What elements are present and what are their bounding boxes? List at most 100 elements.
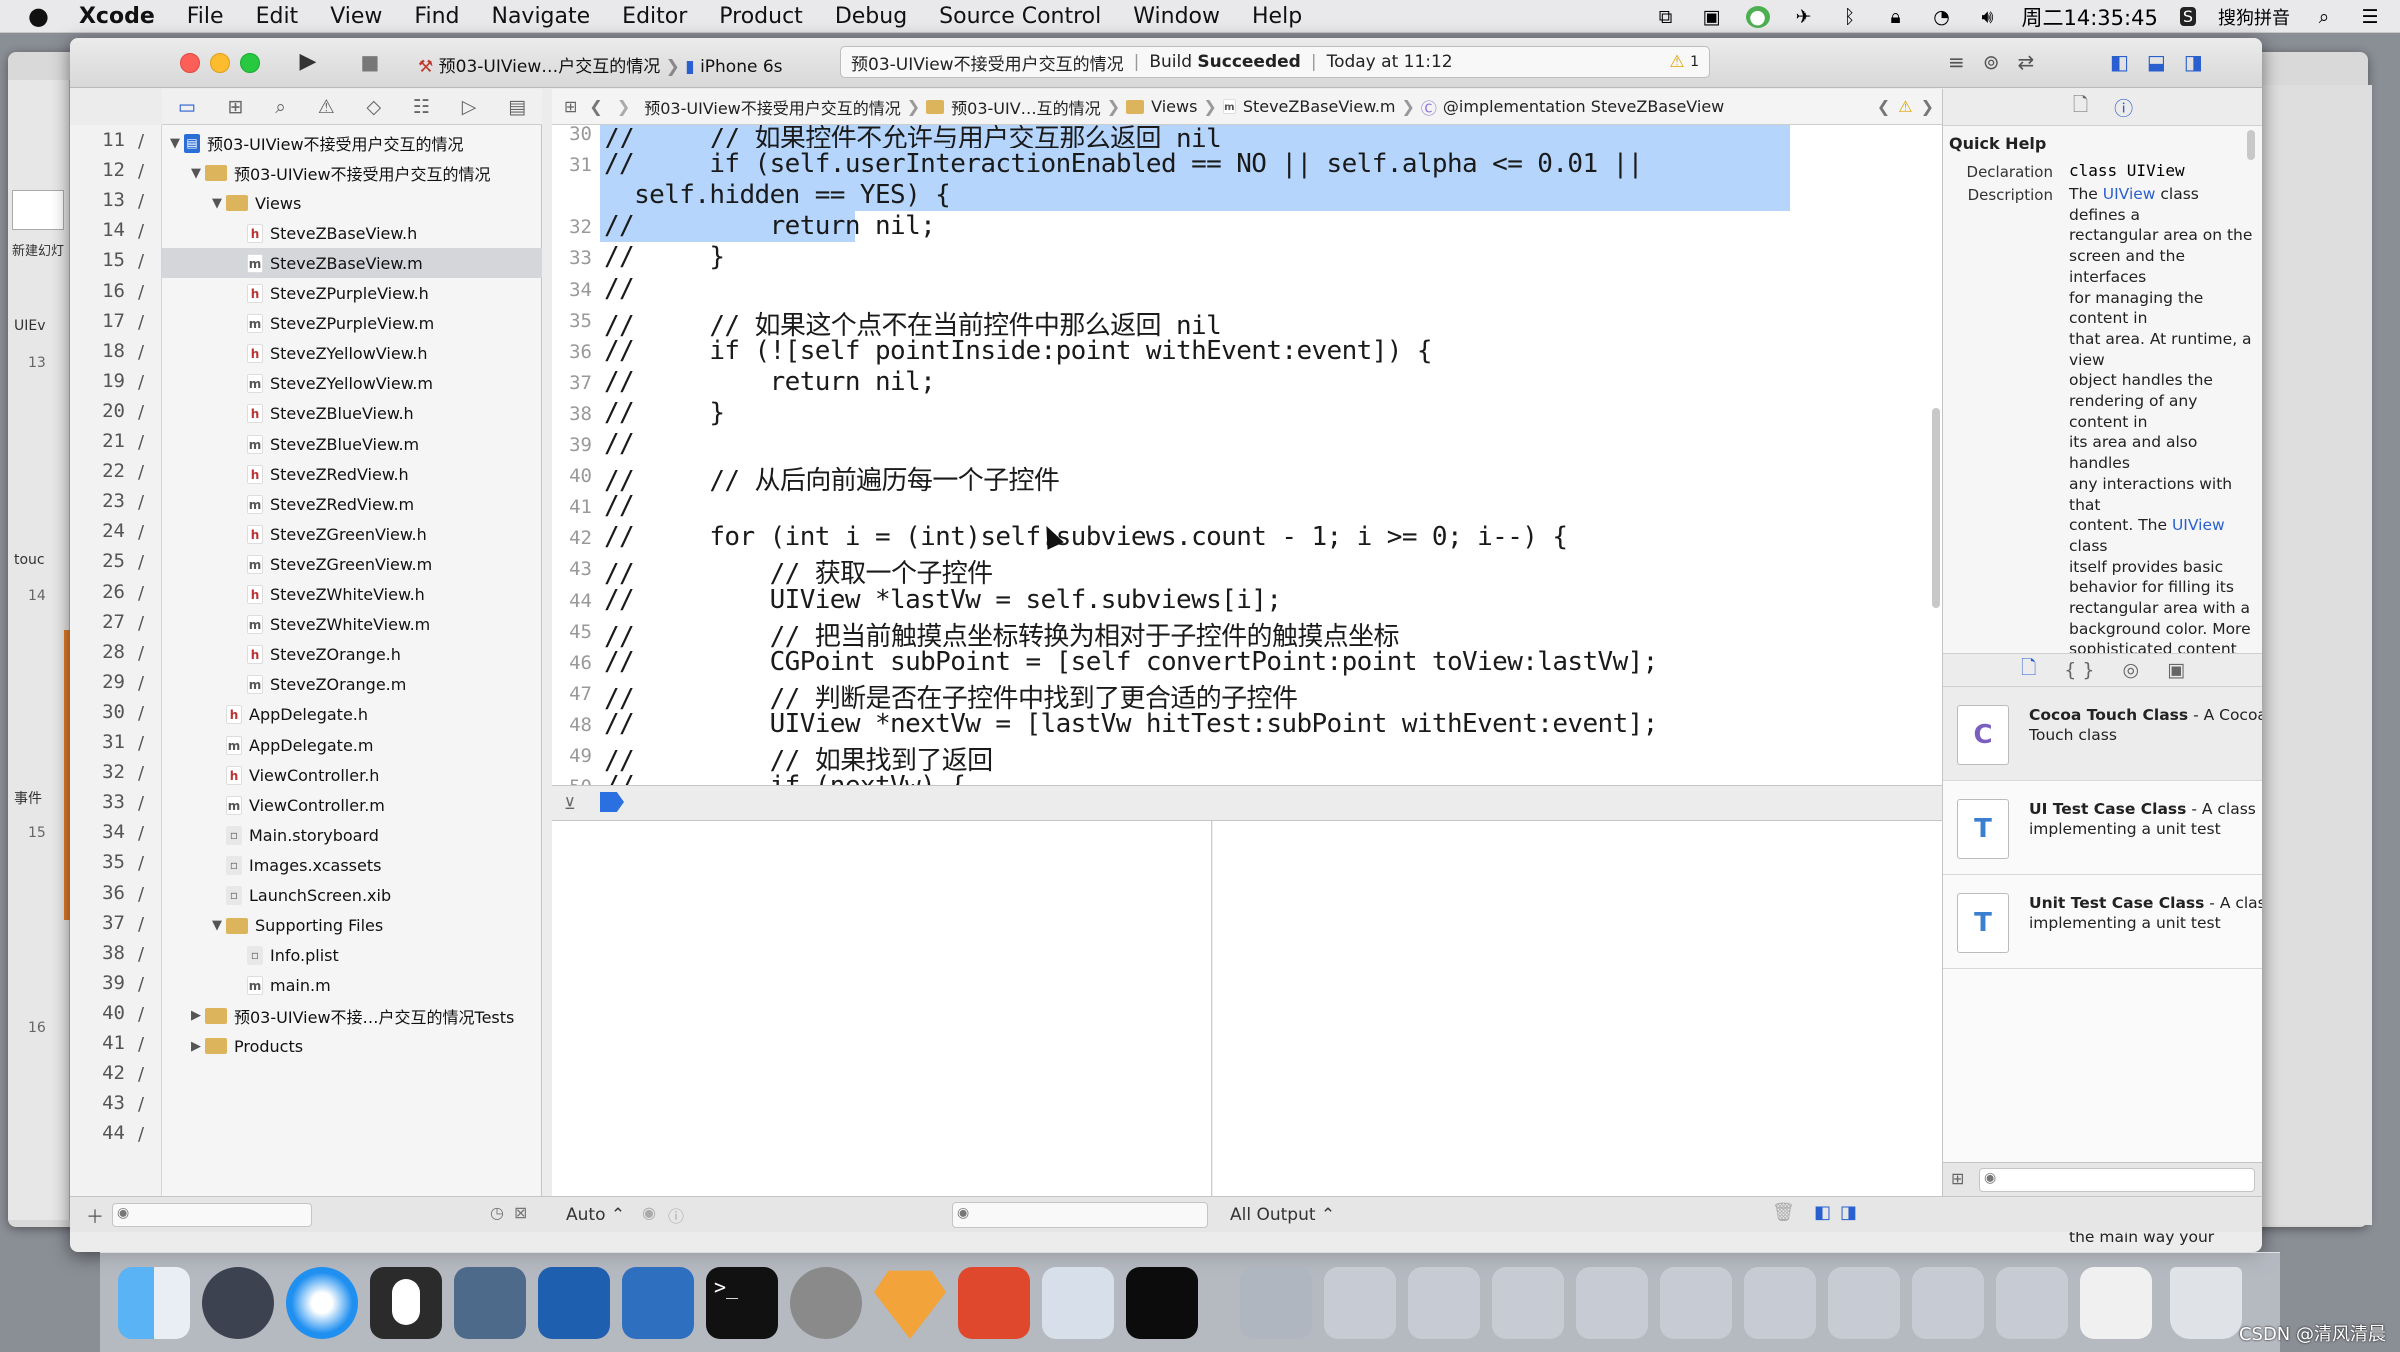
system-preferences-icon[interactable] xyxy=(790,1267,862,1339)
exec-icon[interactable] xyxy=(1126,1267,1198,1339)
menu-navigate[interactable]: Navigate xyxy=(491,4,590,29)
new-slide-icon[interactable] xyxy=(12,190,64,230)
navigator-item[interactable]: m SteveZGreenView.m xyxy=(162,549,542,579)
related-items-icon[interactable]: ⊞ xyxy=(564,97,577,116)
menu-clock[interactable]: 周二14:35:45 xyxy=(2022,2,2158,32)
code-line[interactable]: // // 从后向前遍历每一个子控件 xyxy=(604,460,1060,497)
stop-button[interactable]: ■ xyxy=(352,47,388,77)
disclosure-right-icon[interactable]: ▶ xyxy=(191,1008,205,1023)
minimized-window-icon[interactable] xyxy=(1660,1267,1732,1339)
volume-icon[interactable]: 🔊︎ xyxy=(1976,6,2000,28)
assistant-editor-icon[interactable]: ⊚ xyxy=(1983,50,2000,74)
minimized-window-icon[interactable] xyxy=(1828,1267,1900,1339)
split-left-icon[interactable]: ◧ xyxy=(1814,1202,1831,1223)
menu-editor[interactable]: Editor xyxy=(622,4,687,29)
navigator-item[interactable]: ▼ 预03-UIView不接受用户交互的情况 xyxy=(162,158,542,188)
code-line[interactable]: // } xyxy=(604,398,725,428)
debug-navigator-icon[interactable]: ☷ xyxy=(413,96,430,118)
menu-edit[interactable]: Edit xyxy=(256,4,299,29)
media-library-icon[interactable]: ▣ xyxy=(2167,659,2185,681)
grid-view-icon[interactable]: ⊞ xyxy=(1951,1169,1964,1188)
trash-icon[interactable] xyxy=(2170,1267,2242,1339)
navigator-item[interactable]: m SteveZYellowView.m xyxy=(162,369,542,399)
add-file-icon[interactable]: ＋ xyxy=(86,1203,104,1229)
jumpbar-symbol[interactable]: @implementation SteveZBaseView xyxy=(1443,97,1724,116)
symbol-link[interactable]: UIView xyxy=(2172,516,2225,534)
navigator-item[interactable]: ▫ Main.storyboard xyxy=(162,820,542,850)
minimize-window-button[interactable] xyxy=(210,53,230,73)
version-editor-icon[interactable]: ⇄ xyxy=(2018,50,2035,74)
trash-icon[interactable]: 🗑︎ xyxy=(1772,1202,1795,1223)
navigator-item[interactable]: m SteveZOrange.m xyxy=(162,670,542,700)
split-right-icon[interactable]: ◨ xyxy=(1840,1202,1857,1223)
notification-center-icon[interactable]: ☰ xyxy=(2358,6,2382,28)
navigator-item[interactable]: h SteveZBlueView.h xyxy=(162,399,542,429)
quick-help-icon[interactable]: ⓘ xyxy=(2114,94,2133,121)
back-arrow-icon[interactable]: ❮ xyxy=(589,97,602,116)
warning-icon[interactable]: ⚠ xyxy=(1669,52,1684,72)
jumpbar-file[interactable]: SteveZBaseView.m xyxy=(1243,97,1396,116)
issue-warning-icon[interactable]: ⚠ xyxy=(1898,97,1912,116)
code-line[interactable]: // xyxy=(604,274,635,304)
eye-icon[interactable]: ◉ xyxy=(642,1203,656,1222)
code-snippet-library-icon[interactable]: { } xyxy=(2064,659,2094,681)
navigator-item[interactable]: ▶ Products xyxy=(162,1031,542,1061)
recent-files-icon[interactable]: ◷ xyxy=(490,1203,504,1222)
code-line[interactable]: // for (int i = (int)self.subviews.count… xyxy=(604,522,1568,552)
navigator-item[interactable]: h SteveZOrange.h xyxy=(162,640,542,670)
minimized-window-icon[interactable] xyxy=(1744,1267,1816,1339)
code-line[interactable]: // return nil; xyxy=(604,211,936,241)
navigator-item[interactable]: m SteveZBlueView.m xyxy=(162,429,542,459)
menu-debug[interactable]: Debug xyxy=(835,4,907,29)
file-inspector-icon[interactable]: 🗋︎ xyxy=(2073,91,2088,123)
green-status-icon[interactable]: ● xyxy=(1745,5,1770,28)
report-navigator-icon[interactable]: ▤ xyxy=(508,96,526,118)
navigator-item[interactable]: m SteveZRedView.m xyxy=(162,489,542,519)
test-navigator-icon[interactable]: ◇ xyxy=(367,96,382,118)
code-line[interactable]: // if (nextVw) { xyxy=(604,771,966,785)
code-line[interactable]: // } xyxy=(604,242,725,272)
chevron-right-icon[interactable]: ❯ xyxy=(1921,97,1934,116)
chevron-left-icon[interactable]: ❮ xyxy=(1877,97,1890,116)
editor-scrollbar[interactable] xyxy=(1932,408,1940,608)
source-editor[interactable]: 30// // 如果控件不允许与用户交互那么返回 nil 31// if (sel… xyxy=(552,125,1942,785)
minimized-window-icon[interactable] xyxy=(1576,1267,1648,1339)
navigator-item[interactable]: m ViewController.m xyxy=(162,790,542,820)
code-line[interactable]: // xyxy=(604,491,635,521)
minimized-window-icon[interactable] xyxy=(1492,1267,1564,1339)
navigator-item[interactable]: m SteveZPurpleView.m xyxy=(162,309,542,339)
navigator-item[interactable]: ▫ Images.xcassets xyxy=(162,850,542,880)
downloads-stack-icon[interactable] xyxy=(2080,1267,2152,1339)
symbol-link[interactable]: UIView xyxy=(2103,185,2156,203)
disclosure-right-icon[interactable]: ▶ xyxy=(191,1039,205,1054)
menu-help[interactable]: Help xyxy=(1252,4,1302,29)
airplane-icon[interactable]: ✈ xyxy=(1792,6,1816,28)
disclosure-down-icon[interactable]: ▼ xyxy=(191,166,205,181)
code-line[interactable]: // UIView *nextVw = [lastVw hitTest:subP… xyxy=(604,709,1658,739)
variables-filter-input[interactable]: ◉ xyxy=(952,1202,1208,1228)
run-button[interactable]: ▶ xyxy=(290,47,326,77)
template-item[interactable]: T Unit Test Case Class - A class implement… xyxy=(1943,875,2262,969)
close-window-button[interactable] xyxy=(180,53,200,73)
file-template-library-icon[interactable]: 🗋︎ xyxy=(2021,654,2036,686)
code-line[interactable]: // return nil; xyxy=(604,367,936,397)
minimized-window-icon[interactable] xyxy=(1324,1267,1396,1339)
breakpoint-navigator-icon[interactable]: ▷ xyxy=(462,96,477,118)
disclosure-down-icon[interactable]: ▼ xyxy=(212,196,226,211)
menu-product[interactable]: Product xyxy=(719,4,803,29)
scheme-selector[interactable]: ⚒ 预03-UIView…户交互的情况 ❯ ▮ iPhone 6s xyxy=(418,52,783,77)
camera-icon[interactable]: ▣ xyxy=(1700,6,1724,28)
navigator-item[interactable]: ▫ LaunchScreen.xib xyxy=(162,881,542,911)
jumpbar-views[interactable]: Views xyxy=(1151,97,1197,116)
lock-icon[interactable]: 🔒︎ xyxy=(1884,6,1908,28)
navigator-filter-input[interactable]: ◉ xyxy=(112,1203,312,1227)
xcode-icon[interactable] xyxy=(538,1267,610,1339)
menu-app-xcode[interactable]: Xcode xyxy=(79,4,155,29)
bluetooth-icon[interactable]: ᛒ xyxy=(1838,6,1862,28)
template-item[interactable]: T UI Test Case Class - A class implementin… xyxy=(1943,781,2262,875)
navigator-item[interactable]: h SteveZYellowView.h xyxy=(162,339,542,369)
remote-desktop-icon[interactable] xyxy=(1042,1267,1114,1339)
navigator-item[interactable]: ▼ ▤ 预03-UIView不接受用户交互的情况 xyxy=(162,128,542,158)
toggle-utilities-icon[interactable]: ◨ xyxy=(2184,50,2203,74)
jumpbar-project[interactable]: 预03-UIView不接受用户交互的情况 xyxy=(644,95,901,119)
